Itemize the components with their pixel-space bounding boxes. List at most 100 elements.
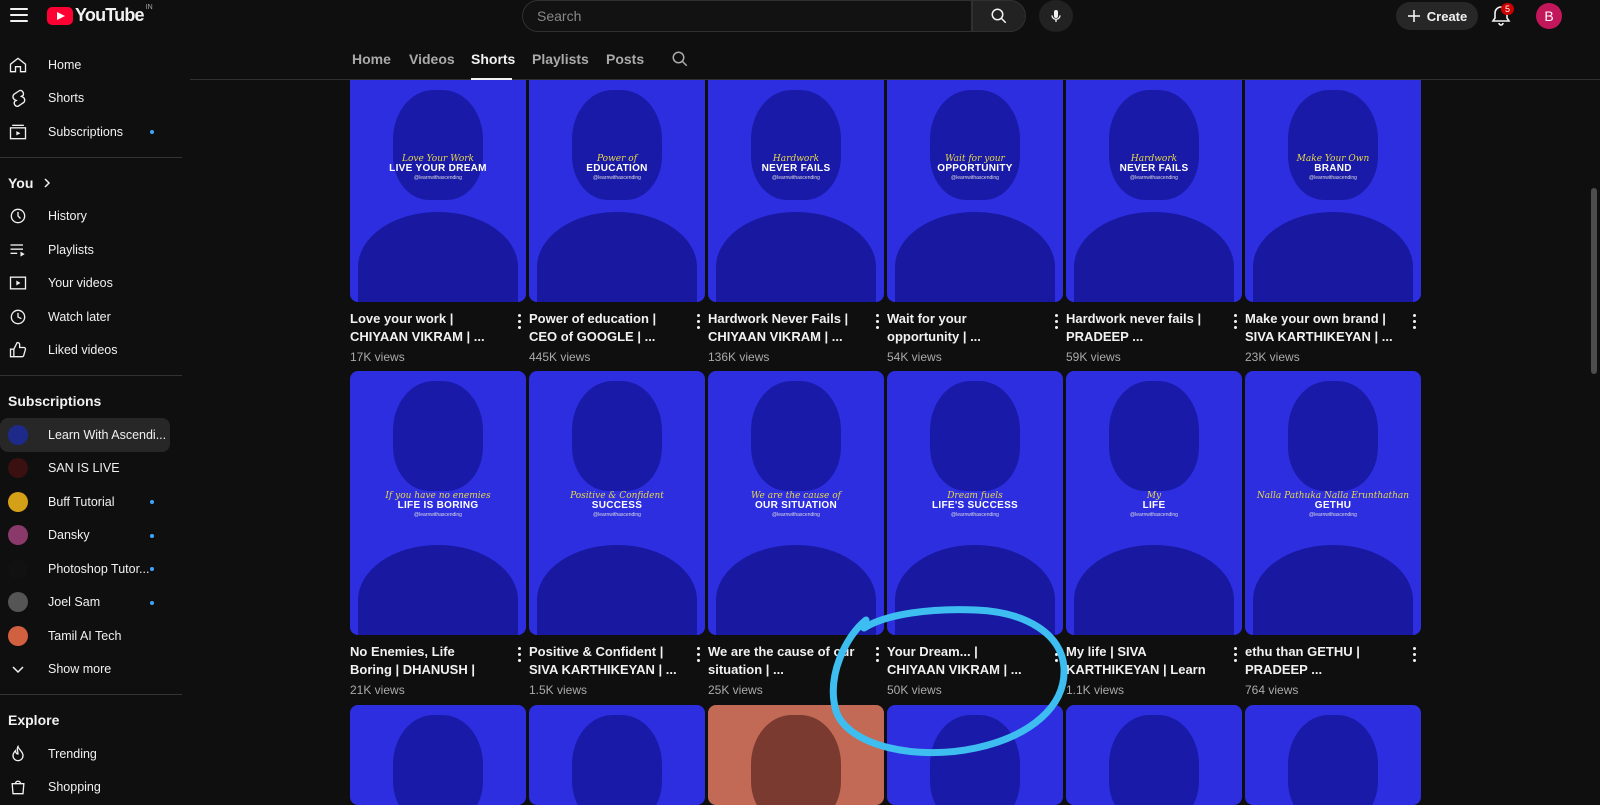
short-title[interactable]: My life | SIVA KARTHIKEYAN | Learn ... xyxy=(1066,643,1216,679)
short-title[interactable]: Positive & Confident | SIVA KARTHIKEYAN … xyxy=(529,643,679,679)
create-button[interactable]: Create xyxy=(1396,2,1478,30)
short-card[interactable]: Hardwork NEVER FAILS @learnwithascending Ha… xyxy=(1066,80,1242,364)
short-card[interactable]: Love Your Work LIVE YOUR DREAM @learnwitha… xyxy=(350,80,526,364)
short-thumbnail[interactable]: Hardwork NEVER FAILS @learnwithascending xyxy=(708,80,884,302)
sidebar-item-home[interactable]: Home xyxy=(0,48,182,82)
subscription-channel-item[interactable]: Learn With Ascendi... xyxy=(0,418,170,452)
subscription-channel-item[interactable]: Dansky xyxy=(0,519,182,553)
view-count: 54K views xyxy=(887,350,942,364)
short-card[interactable]: Make Your Own BRAND @learnwithascending Mak… xyxy=(1245,80,1421,364)
more-options-icon[interactable] xyxy=(870,312,884,330)
short-card[interactable]: Dream fuels LIFE'S SUCCESS @learnwithascen… xyxy=(887,371,1063,697)
voice-search-button[interactable] xyxy=(1039,0,1073,32)
thumbnail-caption-bold: LIFE IS BORING xyxy=(397,500,479,511)
subscription-channel-item[interactable]: Tamil AI Tech xyxy=(0,619,182,653)
sidebar-item-your-videos[interactable]: Your videos xyxy=(0,267,182,301)
more-options-icon[interactable] xyxy=(1228,312,1242,330)
short-title[interactable]: Hardwork Never Fails | CHIYAAN VIKRAM | … xyxy=(708,310,858,346)
tab-playlists[interactable]: Playlists xyxy=(532,51,589,67)
short-thumbnail[interactable]: Dream fuels LIFE'S SUCCESS @learnwithascen… xyxy=(887,371,1063,635)
sidebar-item-shopping[interactable]: Shopping xyxy=(0,771,182,805)
short-thumbnail[interactable] xyxy=(708,705,884,805)
short-card[interactable]: Wait for your OPPORTUNITY @learnwithascend… xyxy=(887,80,1063,364)
more-options-icon[interactable] xyxy=(512,312,526,330)
short-thumbnail[interactable] xyxy=(529,705,705,805)
short-card[interactable]: Power of EDUCATION @learnwithascending Powe… xyxy=(529,80,705,364)
short-card[interactable]: My LIFE @learnwithascending My life | SIVA … xyxy=(1066,371,1242,697)
more-options-icon[interactable] xyxy=(691,645,705,663)
shopping-icon xyxy=(8,777,28,797)
short-thumbnail[interactable] xyxy=(887,705,1063,805)
sidebar-item-trending[interactable]: Trending xyxy=(0,737,182,771)
subscription-channel-item[interactable]: Photoshop Tutor... xyxy=(0,552,182,586)
sidebar-item-shorts[interactable]: Shorts xyxy=(0,82,182,116)
more-options-icon[interactable] xyxy=(691,312,705,330)
more-options-icon[interactable] xyxy=(1049,312,1063,330)
tab-shorts[interactable]: Shorts xyxy=(471,51,515,67)
more-options-icon[interactable] xyxy=(1407,645,1421,663)
short-card[interactable]: Positive & Confident SUCCESS @learnwithasc… xyxy=(529,371,705,697)
sidebar-item-liked-videos[interactable]: Liked videos xyxy=(0,334,182,368)
thumbnail-person-body xyxy=(1074,212,1234,302)
channel-name: Photoshop Tutor... xyxy=(48,561,150,576)
more-options-icon[interactable] xyxy=(512,645,526,663)
subscription-channel-item[interactable]: Buff Tutorial xyxy=(0,485,182,519)
channel-name: Tamil AI Tech xyxy=(48,628,122,643)
search-input[interactable] xyxy=(537,8,971,24)
more-options-icon[interactable] xyxy=(1228,645,1242,663)
short-title[interactable]: Wait for your opportunity | ... xyxy=(887,310,1037,346)
sidebar-item-subscriptions[interactable]: Subscriptions xyxy=(0,115,182,149)
sidebar-item-watch-later[interactable]: Watch later xyxy=(0,300,182,334)
account-avatar[interactable]: B xyxy=(1536,3,1562,29)
more-options-icon[interactable] xyxy=(1049,645,1063,663)
thumbnail-handle: @learnwithascending xyxy=(1309,175,1357,181)
tab-posts[interactable]: Posts xyxy=(606,51,644,67)
short-title[interactable]: Hardwork never fails | PRADEEP ... xyxy=(1066,310,1216,346)
tab-home[interactable]: Home xyxy=(352,51,391,67)
you-section-heading[interactable]: You xyxy=(0,166,182,200)
thumbnail-handle: @learnwithascending xyxy=(414,175,462,181)
short-title[interactable]: We are the cause of our situation | ... xyxy=(708,643,858,679)
short-thumbnail[interactable]: Make Your Own BRAND @learnwithascending xyxy=(1245,80,1421,302)
short-thumbnail[interactable] xyxy=(1245,705,1421,805)
short-thumbnail[interactable] xyxy=(350,705,526,805)
sidebar-item-playlists[interactable]: Playlists xyxy=(0,233,182,267)
short-card[interactable]: Hardwork NEVER FAILS @learnwithascending Ha… xyxy=(708,80,884,364)
short-card[interactable]: Nalla Pathuka Nalla Erunthathan GETHU @lea… xyxy=(1245,371,1421,697)
subscription-channel-item[interactable]: SAN IS LIVE xyxy=(0,452,182,486)
more-options-icon[interactable] xyxy=(1407,312,1421,330)
menu-icon[interactable] xyxy=(10,8,28,22)
youtube-logo[interactable]: YouTube IN xyxy=(47,4,153,26)
short-thumbnail[interactable]: Power of EDUCATION @learnwithascending xyxy=(529,80,705,302)
page-scrollbar[interactable] xyxy=(1591,188,1597,374)
short-title[interactable]: Love your work | CHIYAAN VIKRAM | ... xyxy=(350,310,500,346)
search-box xyxy=(522,0,972,32)
short-thumbnail[interactable]: Wait for your OPPORTUNITY @learnwithascend… xyxy=(887,80,1063,302)
short-title[interactable]: ethu than GETHU | PRADEEP ... xyxy=(1245,643,1395,679)
short-title[interactable]: No Enemies, Life Boring | DHANUSH | Lear… xyxy=(350,643,500,679)
notification-badge: 5 xyxy=(1501,3,1515,15)
sidebar-divider xyxy=(0,694,182,695)
view-count: 445K views xyxy=(529,350,591,364)
show-more-button[interactable]: Show more xyxy=(0,653,182,687)
short-card[interactable]: If you have no enemies LIFE IS BORING @lea… xyxy=(350,371,526,697)
more-options-icon[interactable] xyxy=(870,645,884,663)
short-title[interactable]: Power of education | CEO of GOOGLE | ... xyxy=(529,310,679,346)
short-thumbnail[interactable]: My LIFE @learnwithascending xyxy=(1066,371,1242,635)
short-thumbnail[interactable]: Hardwork NEVER FAILS @learnwithascending xyxy=(1066,80,1242,302)
short-thumbnail[interactable]: We are the cause of OUR SITUATION @learnwi… xyxy=(708,371,884,635)
search-button[interactable] xyxy=(972,0,1026,32)
short-card[interactable]: We are the cause of OUR SITUATION @learnwi… xyxy=(708,371,884,697)
short-title[interactable]: Make your own brand | SIVA KARTHIKEYAN |… xyxy=(1245,310,1395,346)
sidebar-item-history[interactable]: History xyxy=(0,200,182,234)
short-thumbnail[interactable]: If you have no enemies LIFE IS BORING @lea… xyxy=(350,371,526,635)
subscription-channel-item[interactable]: Joel Sam xyxy=(0,586,182,620)
channel-search-icon[interactable] xyxy=(671,50,689,68)
tab-videos[interactable]: Videos xyxy=(409,51,455,67)
channel-name: Dansky xyxy=(48,528,90,543)
short-title[interactable]: Your Dream... | CHIYAAN VIKRAM | ... xyxy=(887,643,1037,679)
short-thumbnail[interactable]: Love Your Work LIVE YOUR DREAM @learnwitha… xyxy=(350,80,526,302)
short-thumbnail[interactable]: Positive & Confident SUCCESS @learnwithasc… xyxy=(529,371,705,635)
short-thumbnail[interactable]: Nalla Pathuka Nalla Erunthathan GETHU @lea… xyxy=(1245,371,1421,635)
short-thumbnail[interactable] xyxy=(1066,705,1242,805)
